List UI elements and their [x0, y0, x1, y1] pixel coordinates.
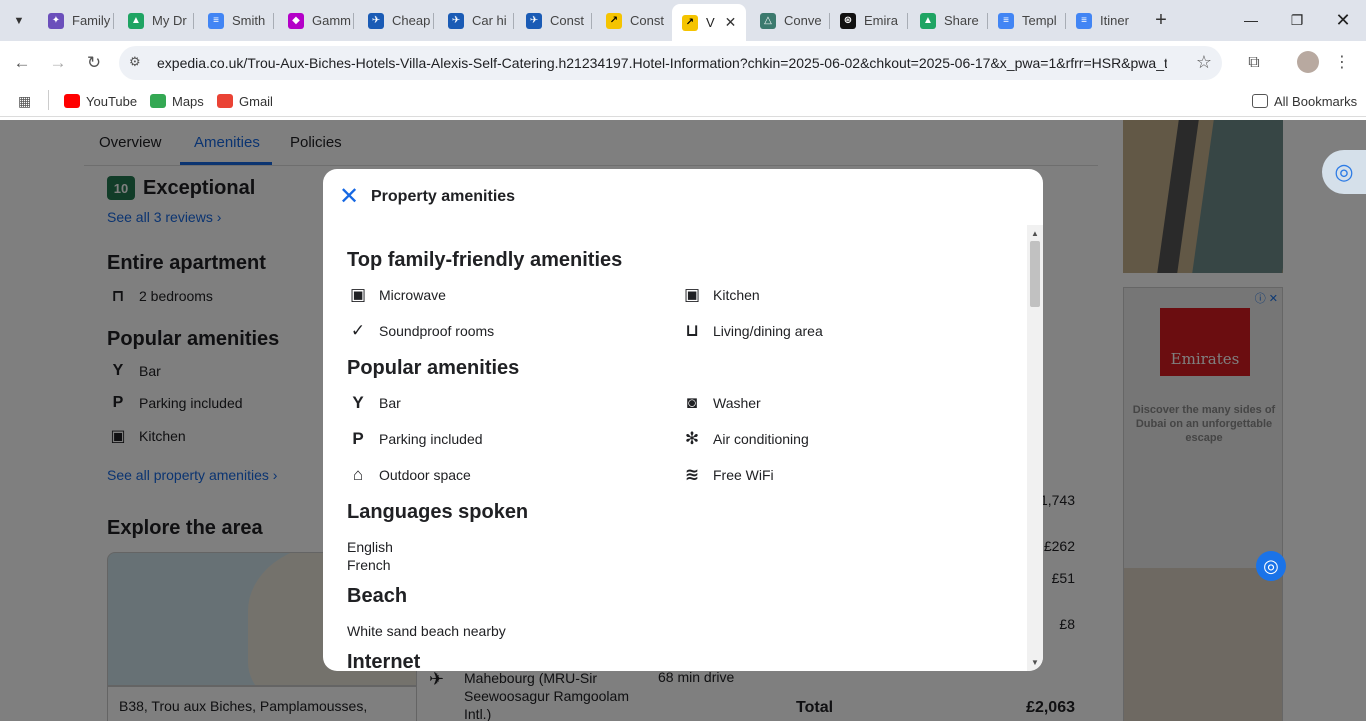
extensions-icon[interactable]: ⧉ [1242, 51, 1266, 75]
tab[interactable]: ≡ Templ [988, 7, 1066, 34]
reload-button[interactable]: ↻ [82, 51, 106, 75]
parking-icon: P [352, 429, 364, 448]
tab-search-chevron-icon[interactable]: ▼ [6, 8, 32, 34]
section-heading-internet: Internet [347, 651, 421, 671]
back-button[interactable]: ← [10, 51, 34, 75]
expedia-icon: ↗ [606, 12, 622, 29]
dialog-body: Top family-friendly amenities ▣ Microwave… [347, 225, 1023, 671]
address-bar[interactable]: ⚙ expedia.co.uk/Trou-Aux-Biches-Hotels-V… [119, 46, 1222, 80]
tab-favicon-icon: ✦ [48, 12, 64, 29]
close-window-button[interactable]: ✕ [1328, 8, 1358, 32]
tab[interactable]: ▲ Share [910, 7, 988, 34]
minimize-button[interactable]: — [1236, 8, 1266, 32]
bookmark-youtube[interactable]: YouTube [64, 92, 137, 110]
section-heading-popular: Popular amenities [347, 357, 520, 379]
docs-icon: ≡ [1076, 12, 1092, 29]
section-heading-languages: Languages spoken [347, 501, 529, 523]
section-heading-family: Top family-friendly amenities [347, 249, 623, 271]
tab[interactable]: ≡ Itiner [1066, 7, 1144, 34]
bookmark-star-icon[interactable]: ☆ [1196, 52, 1212, 73]
microwave-icon: ▣ [349, 285, 367, 304]
gmail-icon [217, 94, 233, 108]
expedia-icon: ↗ [682, 14, 698, 31]
amenities-dialog: ✕ Property amenities Top family-friendly… [323, 169, 1043, 671]
tab-favicon-icon: ✈ [368, 12, 384, 29]
scrollbar-thumb[interactable] [1030, 241, 1040, 307]
youtube-icon [64, 94, 80, 108]
amenity-item: ▣ Microwave [347, 284, 446, 306]
scroll-down-arrow-icon[interactable]: ▼ [1031, 658, 1039, 667]
amenity-item: YBar [347, 392, 400, 414]
profile-avatar[interactable] [1297, 51, 1319, 73]
side-assistant-button[interactable]: ◎ [1322, 150, 1366, 194]
dialog-header: ✕ Property amenities [323, 169, 1043, 225]
folder-icon [1252, 94, 1268, 108]
scroll-up-arrow-icon[interactable]: ▲ [1031, 229, 1039, 238]
drive-icon: ▲ [920, 12, 936, 29]
amenity-item: ◙ Washer [681, 392, 761, 414]
menu-icon[interactable]: ⋮ [1334, 52, 1350, 72]
tab-strip: ▼ ✦ Family ▲ My Dr ≡ Smith ◆ Gamm ✈ Cheap ✈ Ca… [0, 0, 1366, 41]
all-bookmarks[interactable]: All Bookmarks [1252, 92, 1357, 110]
language-item: English [347, 539, 393, 555]
amenity-item: ▣Kitchen [681, 284, 760, 306]
tab-favicon-icon: △ [760, 12, 776, 29]
new-tab-button[interactable]: + [1150, 9, 1172, 31]
floating-assistant-button[interactable]: ◎ [1256, 551, 1286, 581]
tab[interactable]: ◆ Gamm [278, 7, 354, 34]
amenity-item: ✻ Air conditioning [681, 428, 809, 450]
tab[interactable]: ✈ Car hi [438, 7, 514, 34]
tab-active[interactable]: ↗ V ✕ [672, 4, 746, 41]
kitchen-icon: ▣ [683, 285, 701, 304]
browser-toolbar: ← → ↻ ⚙ expedia.co.uk/Trou-Aux-Biches-Ho… [0, 41, 1366, 85]
tab-favicon-icon: ✈ [526, 12, 542, 29]
url-text[interactable]: expedia.co.uk/Trou-Aux-Biches-Hotels-Vil… [157, 55, 1167, 71]
bookmark-maps[interactable]: Maps [150, 92, 204, 110]
amenity-item: ✓ Soundproof rooms [347, 320, 494, 342]
apps-grid-icon[interactable]: ▦ [18, 93, 31, 110]
close-dialog-button[interactable]: ✕ [337, 185, 361, 209]
tab-favicon-icon: ◆ [288, 12, 304, 29]
tab[interactable]: ↗ Const [596, 7, 672, 34]
snowflake-icon: ✻ [684, 429, 700, 448]
tab[interactable]: ✈ Cheap [358, 7, 434, 34]
bookmark-gmail[interactable]: Gmail [217, 92, 273, 110]
tab[interactable]: ⊛ Emira [830, 7, 908, 34]
docs-icon: ≡ [208, 12, 224, 29]
wifi-icon: ≋ [684, 465, 700, 484]
tab-favicon-icon: ✈ [448, 12, 464, 29]
tab[interactable]: ≡ Smith [198, 7, 274, 34]
amenity-item: ⌂ Outdoor space [347, 464, 471, 486]
bookmarks-divider [48, 90, 49, 110]
dialog-scrollbar[interactable]: ▲ ▼ [1027, 225, 1043, 671]
forward-button[interactable]: → [46, 51, 70, 75]
amenity-item: ⊔ Living/dining area [681, 320, 823, 342]
washer-icon: ◙ [686, 393, 698, 412]
cocktail-icon: Y [352, 393, 364, 412]
amenity-item: PParking included [347, 428, 482, 450]
openai-icon: ⊛ [840, 12, 856, 29]
tab[interactable]: ✦ Family [38, 7, 114, 34]
beach-item: White sand beach nearby [347, 623, 506, 639]
tab[interactable]: △ Conve [750, 7, 830, 34]
language-item: French [347, 557, 391, 573]
amenity-item: ≋ Free WiFi [681, 464, 774, 486]
dialog-title: Property amenities [371, 188, 516, 205]
bookmarks-bar: ▦ YouTube Maps Gmail All Bookmarks [0, 85, 1366, 117]
sofa-icon: ⊔ [685, 321, 699, 340]
close-tab-icon[interactable]: ✕ [725, 14, 737, 31]
section-heading-beach: Beach [347, 585, 408, 607]
checkmark-icon: ✓ [350, 321, 366, 340]
docs-icon: ≡ [998, 12, 1014, 29]
tab[interactable]: ✈ Const [516, 7, 592, 34]
tab[interactable]: ▲ My Dr [118, 7, 194, 34]
maximize-button[interactable]: ❐ [1282, 8, 1312, 32]
site-info-icon[interactable]: ⚙ [129, 54, 147, 72]
maps-icon [150, 94, 166, 108]
drive-icon: ▲ [128, 12, 144, 29]
outdoor-space-icon: ⌂ [352, 465, 364, 484]
